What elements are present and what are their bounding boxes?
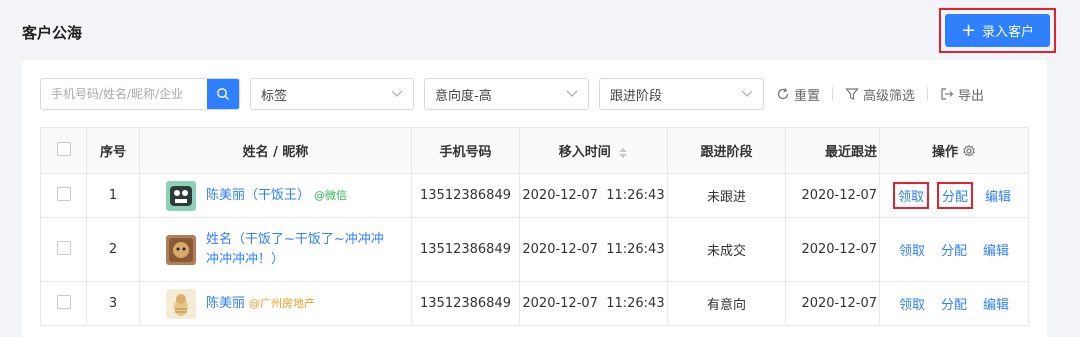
col-phone: 手机号码	[411, 127, 520, 174]
customer-name[interactable]: 姓名（干饭了~干饭了~冲冲冲冲冲冲冲！）	[206, 230, 396, 270]
row-last-follow: 2020-12-07	[785, 281, 880, 326]
tag-select[interactable]: 标签	[250, 78, 414, 110]
edit-button[interactable]: 编辑	[979, 292, 1013, 315]
row-actions: 领取 分配 编辑	[879, 173, 1029, 218]
customer-pool-page: 客户公海 + 录入客户 标签 意向度-高 跟进阶段	[0, 0, 1080, 337]
assign-button[interactable]: 分配	[936, 182, 973, 209]
filter-bar: 标签 意向度-高 跟进阶段 重置 高级筛选	[40, 78, 984, 110]
intent-select[interactable]: 意向度-高	[424, 78, 589, 110]
gear-icon[interactable]	[962, 144, 976, 158]
row-checkbox[interactable]	[56, 186, 71, 201]
divider	[927, 87, 929, 101]
col-index: 序号	[86, 127, 140, 174]
content-card: 标签 意向度-高 跟进阶段 重置 高级筛选	[22, 60, 1047, 337]
row-actions: 领取 分配 编辑	[879, 281, 1029, 326]
col-stage: 跟进阶段	[667, 127, 786, 174]
search-button[interactable]	[207, 79, 239, 109]
row-stage: 有意向	[667, 281, 786, 326]
customer-name[interactable]: 陈美丽	[206, 296, 245, 311]
row-move-time: 2020-12-07 11:26:43	[519, 281, 668, 326]
row-checkbox-cell	[40, 281, 87, 326]
row-checkbox-cell	[40, 173, 87, 218]
row-phone: 13512386849	[411, 217, 520, 282]
avatar	[166, 180, 196, 211]
col-move-time[interactable]: 移入时间	[519, 127, 668, 174]
stage-select[interactable]: 跟进阶段	[599, 78, 764, 110]
reset-button[interactable]: 重置	[776, 85, 820, 104]
select-all-checkbox[interactable]	[56, 141, 71, 156]
row-phone: 13512386849	[411, 173, 520, 218]
row-name-cell: 陈美丽（干饭王） @微信	[139, 173, 412, 218]
tag-select-value: 标签	[261, 88, 288, 104]
row-checkbox-cell	[40, 217, 87, 282]
row-stage: 未跟进	[667, 173, 786, 218]
row-last-follow: 2020-12-07	[785, 173, 880, 218]
row-index: 2	[86, 217, 140, 282]
row-name-cell: 陈美丽 @广州房地产	[139, 281, 412, 326]
col-name: 姓名 / 昵称	[139, 127, 412, 174]
col-move-time-label: 移入时间	[558, 145, 611, 160]
row-last-follow: 2020-12-07	[785, 217, 880, 282]
add-customer-button[interactable]: + 录入客户	[945, 14, 1050, 47]
chevron-down-icon	[741, 90, 753, 97]
col-last-follow: 最近跟进	[785, 127, 880, 174]
wechat-tag: @微信	[314, 188, 348, 202]
export-label: 导出	[958, 88, 985, 104]
page-title: 客户公海	[22, 24, 83, 42]
edit-button[interactable]: 编辑	[979, 238, 1013, 261]
stage-select-value: 跟进阶段	[610, 88, 663, 104]
assign-button[interactable]: 分配	[937, 238, 971, 261]
export-button[interactable]: 导出	[940, 85, 984, 104]
company-tag: @广州房地产	[249, 296, 316, 310]
assign-button[interactable]: 分配	[937, 292, 971, 315]
add-customer-highlight: + 录入客户	[939, 8, 1056, 53]
edit-button[interactable]: 编辑	[981, 184, 1015, 207]
row-actions: 领取 分配 编辑	[879, 217, 1029, 282]
claim-button[interactable]: 领取	[892, 182, 929, 209]
row-index: 1	[86, 173, 140, 218]
row-stage: 未成交	[667, 217, 786, 282]
advanced-filter-button[interactable]: 高级筛选	[845, 85, 915, 104]
search-box	[40, 78, 240, 110]
row-phone: 13512386849	[411, 281, 520, 326]
claim-button[interactable]: 领取	[895, 292, 929, 315]
row-move-time: 2020-12-07 11:26:43	[519, 173, 668, 218]
chevron-down-icon	[391, 90, 403, 97]
row-checkbox[interactable]	[56, 294, 71, 309]
customer-table: 序号 姓名 / 昵称 手机号码 移入时间 跟进阶段 最近跟进 操作 1 陈美丽（…	[40, 127, 1029, 326]
row-name-cell: 姓名（干饭了~干饭了~冲冲冲冲冲冲冲！）	[139, 217, 412, 282]
search-input[interactable]	[41, 79, 207, 109]
divider	[832, 87, 834, 101]
chevron-down-icon	[566, 90, 578, 97]
table-row: 2 姓名（干饭了~干饭了~冲冲冲冲冲冲冲！） 13512386849 2020-…	[40, 217, 1029, 282]
customer-name[interactable]: 陈美丽（干饭王）	[206, 188, 310, 203]
reset-label: 重置	[794, 88, 821, 104]
table-header-row: 序号 姓名 / 昵称 手机号码 移入时间 跟进阶段 最近跟进 操作	[40, 127, 1029, 174]
claim-button[interactable]: 领取	[895, 238, 929, 261]
filter-icon	[845, 88, 859, 100]
add-customer-label: 录入客户	[982, 25, 1035, 40]
row-move-time: 2020-12-07 11:26:43	[519, 217, 668, 282]
table-row: 1 陈美丽（干饭王） @微信 13512386849 2020-12-07 11…	[40, 173, 1029, 218]
row-index: 3	[86, 281, 140, 326]
advanced-filter-label: 高级筛选	[863, 88, 916, 104]
export-icon	[941, 88, 954, 100]
col-actions: 操作	[879, 127, 1029, 174]
avatar	[166, 234, 196, 265]
plus-icon: +	[960, 19, 977, 41]
col-actions-label: 操作	[931, 145, 958, 160]
row-checkbox[interactable]	[56, 240, 71, 255]
table-row: 3 陈美丽 @广州房地产 13512386849 2020-12-07 11:2…	[40, 281, 1029, 326]
avatar	[166, 288, 196, 319]
select-all-cell	[40, 127, 87, 174]
refresh-icon	[777, 88, 789, 100]
sort-icon[interactable]	[618, 147, 628, 159]
intent-select-value: 意向度-高	[435, 88, 492, 104]
search-icon	[217, 88, 229, 100]
